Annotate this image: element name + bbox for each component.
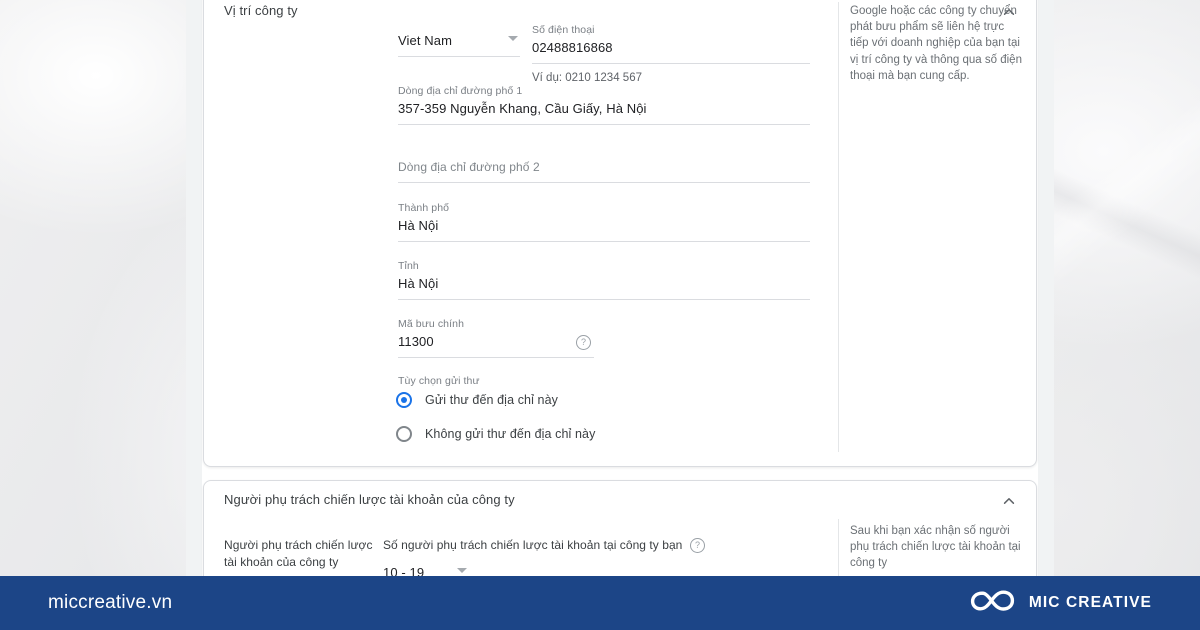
street-address-2-placeholder: Dòng địa chỉ đường phố 2 [398,160,540,174]
phone-field-hint: Ví dụ: 0210 1234 567 [532,72,642,84]
field-underline [398,299,810,300]
company-location-title: Vị trí công ty [224,3,298,18]
company-location-help-text: Google hoặc các công ty chuyển phát bưu … [850,5,1022,82]
account-strategist-card-header: Người phụ trách chiến lược tài khoản của… [204,481,1036,519]
phone-field-label: Số điện thoại [532,24,595,36]
strategist-count-field-label: Số người phụ trách chiến lược tài khoản … [383,538,683,552]
chevron-down-icon[interactable] [457,568,467,573]
column-divider [838,2,839,452]
account-strategist-row-label: Người phụ trách chiến lược tài khoản của… [224,538,373,569]
account-strategist-form: Người phụ trách chiến lược tài khoản của… [204,519,838,576]
brand-logo-group: MIC CREATIVE [970,576,1152,630]
province-field-label: Tỉnh [398,260,419,272]
street-address-1-field[interactable]: Dòng địa chỉ đường phố 1 357-359 Nguyễn … [398,85,810,125]
field-underline [398,182,810,183]
radio-do-not-send-mail-to-this-address[interactable]: Không gửi thư đến địa chỉ này [396,426,595,442]
street-address-2-field[interactable]: Dòng địa chỉ đường phố 2 [398,157,810,183]
company-location-body: Viet Nam Số điện thoại 02488816868 Ví dụ… [204,2,1036,466]
field-underline [398,124,810,125]
page-gutter-right [1038,0,1054,576]
strategist-count-select[interactable]: 10 - 19 [383,564,469,576]
company-location-form: Viet Nam Số điện thoại 02488816868 Ví dụ… [204,24,838,466]
radio-label: Gửi thư đến địa chỉ này [425,393,558,407]
account-strategist-title: Người phụ trách chiến lược tài khoản của… [224,492,515,507]
postal-code-value: 11300 [398,334,434,349]
street-address-1-label: Dòng địa chỉ đường phố 1 [398,85,523,97]
account-strategist-body: Người phụ trách chiến lược tài khoản của… [204,519,1036,576]
city-field-value: Hà Nội [398,218,439,233]
province-field-value: Hà Nội [398,276,439,291]
company-location-card: Vị trí công ty Viet Nam Số điện thoại 02… [203,0,1037,467]
postal-code-field[interactable]: Mã bưu chính 11300 ? [398,318,594,358]
page-gutter-left [186,0,202,576]
phone-field[interactable]: Số điện thoại 02488816868 Ví dụ: 0210 12… [532,24,810,86]
account-strategist-card: Người phụ trách chiến lược tài khoản của… [203,480,1037,576]
infinity-loops-logo-icon [970,587,1016,620]
province-field[interactable]: Tỉnh Hà Nội [398,260,810,300]
question-mark-circle-icon[interactable]: ? [690,538,705,553]
screenshot-viewport: Vị trí công ty Viet Nam Số điện thoại 02… [186,0,1054,576]
brand-bar: miccreative.vn MIC CREATIVE [0,576,1200,630]
field-underline [398,241,810,242]
field-underline [398,357,594,358]
radio-label: Không gửi thư đến địa chỉ này [425,427,596,441]
chevron-up-icon[interactable] [1001,493,1017,509]
account-strategist-help-text: Sau khi bạn xác nhận số người phụ trách … [850,525,1021,570]
city-field[interactable]: Thành phố Hà Nội [398,202,810,242]
country-select[interactable]: Viet Nam [398,30,520,57]
country-select-value: Viet Nam [398,33,453,48]
phone-field-value: 02488816868 [532,40,613,55]
radio-indicator-unselected [396,426,412,442]
radio-indicator-selected [396,392,412,408]
field-underline [398,56,520,57]
mail-options-label: Tùy chọn gửi thư [398,375,480,387]
radio-send-mail-to-this-address[interactable]: Gửi thư đến địa chỉ này [396,392,558,408]
brand-name: MIC CREATIVE [1028,594,1152,611]
street-address-1-value: 357-359 Nguyễn Khang, Cầu Giấy, Hà Nội [398,101,647,116]
city-field-label: Thành phố [398,202,450,214]
question-mark-circle-icon[interactable]: ? [576,335,591,350]
postal-code-label: Mã bưu chính [398,318,465,330]
chevron-down-icon[interactable] [508,36,518,41]
column-divider [838,519,839,576]
brand-website-url: miccreative.vn [48,592,173,613]
